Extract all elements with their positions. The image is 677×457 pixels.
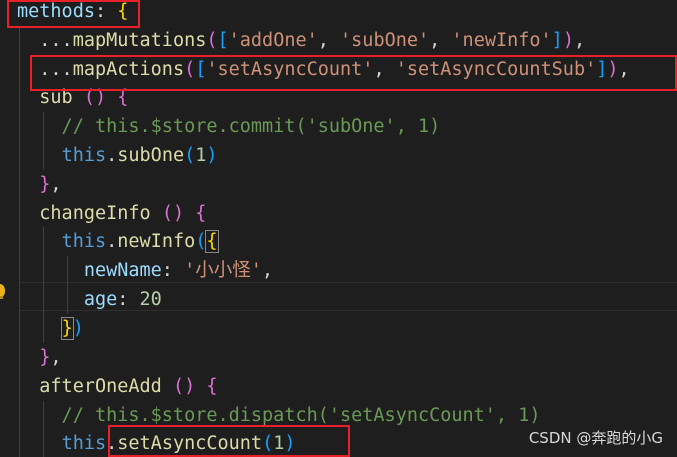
code-token: .: [106, 231, 118, 252]
code-token: ]: [551, 30, 563, 51]
annotation-box-mapactions: [30, 55, 677, 91]
watermark: CSDN @奔跑的小G: [528, 429, 663, 447]
code-token: :: [117, 289, 140, 310]
code-token: :: [161, 260, 185, 281]
code-line: afterOneAdd () {: [0, 372, 677, 401]
code-token: (: [206, 30, 218, 51]
code-token: 'addOne': [228, 30, 318, 51]
code-token: (: [195, 231, 207, 252]
code-token: {: [206, 376, 218, 397]
code-token: this: [61, 145, 107, 166]
code-line: },: [0, 170, 677, 199]
code-token: newName: [83, 260, 162, 281]
code-token: 'newInfo': [451, 30, 552, 51]
code-token: }: [39, 174, 51, 195]
code-token: 'subOne': [340, 30, 430, 51]
code-token: changeInfo: [39, 203, 151, 224]
code-token: ,: [317, 30, 341, 51]
code-line: newName: '小小怪',: [0, 256, 677, 285]
annotation-box-setasynccount: [108, 425, 350, 457]
code-token: ): [562, 30, 574, 51]
code-line: ...mapMutations(['addOne', 'subOne', 'ne…: [0, 26, 677, 55]
code-token: // this.$store.commit('subOne', 1): [17, 116, 441, 137]
code-line: age: 20: [0, 285, 677, 314]
code-token: ,: [50, 174, 62, 195]
code-token: newInfo: [117, 231, 196, 252]
code-token: '小小怪': [184, 260, 262, 281]
code-token: {: [195, 203, 207, 224]
code-token: ...: [17, 30, 73, 51]
code-line: this.newInfo({: [0, 227, 677, 256]
code-token: ,: [50, 347, 62, 368]
code-editor[interactable]: methods: { ...mapMutations(['addOne', 's…: [0, 0, 677, 457]
code-token: 1: [195, 145, 207, 166]
code-line: // this.$store.commit('subOne', 1): [0, 112, 677, 141]
code-line: this.subOne(1): [0, 141, 677, 170]
code-token: this: [61, 231, 107, 252]
code-token: ,: [573, 30, 586, 51]
code-line: }): [0, 314, 677, 343]
code-token: {: [205, 230, 219, 253]
code-token: (: [184, 145, 196, 166]
code-line: },: [0, 343, 677, 372]
code-token: 20: [139, 289, 162, 310]
code-token: subOne: [117, 145, 185, 166]
code-token: this: [61, 433, 107, 454]
code-token: age: [83, 289, 118, 310]
code-token: afterOneAdd: [39, 376, 162, 397]
annotation-box-methods: [7, 0, 140, 28]
code-line: changeInfo () {: [0, 199, 677, 228]
code-token: ): [72, 318, 84, 339]
code-token: }: [60, 317, 74, 340]
code-token: ,: [429, 30, 452, 51]
code-token: (): [172, 376, 196, 397]
code-token: (): [161, 203, 185, 224]
code-token: ): [206, 145, 218, 166]
code-token: ,: [261, 260, 273, 281]
code-token: mapMutations: [72, 30, 207, 51]
code-token: .: [106, 145, 118, 166]
code-token: }: [39, 347, 51, 368]
code-token: [: [217, 30, 229, 51]
code-token: // this.$store.dispatch('setAsyncCount',…: [17, 405, 541, 426]
